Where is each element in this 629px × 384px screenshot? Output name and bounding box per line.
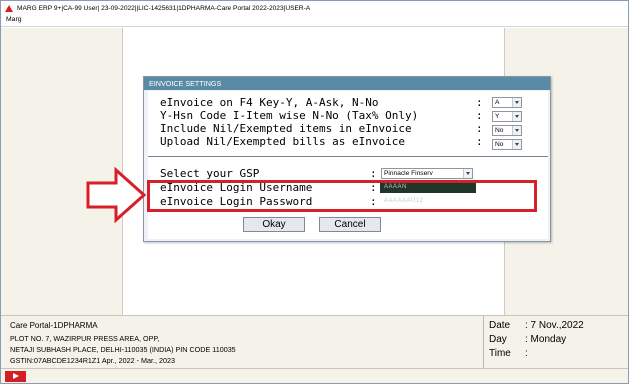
dialog-title: EINVOICE SETTINGS — [144, 77, 550, 90]
menu-bar: Marg — [1, 15, 628, 27]
login-highlight-box — [147, 180, 537, 212]
address-line-1: PLOT NO. 7, WAZIRPUR PRESS AREA, OPP, — [10, 334, 160, 343]
okay-button[interactable]: Okay — [243, 217, 305, 232]
chevron-down-icon — [512, 140, 521, 149]
time-value: : — [525, 348, 528, 359]
time-label: Time — [489, 348, 511, 359]
setting-select-include-nil[interactable]: No — [492, 125, 522, 136]
cancel-button[interactable]: Cancel — [319, 217, 381, 232]
day-value: : Monday — [525, 334, 567, 345]
setting-label-include-nil: Include Nil/Exempted items in eInvoice — [160, 122, 412, 135]
day-label: Day — [489, 334, 507, 345]
footer-divider — [483, 316, 484, 369]
date-label: Date — [489, 320, 511, 331]
day-row: Day : Monday — [489, 334, 566, 345]
address-line-2: NETAJI SUBHASH PLACE, DELHI-110035 (INDI… — [10, 345, 236, 354]
setting-select-hsn-code[interactable]: Y — [492, 111, 522, 122]
company-name: Care Portal-1DPHARMA — [10, 321, 98, 330]
time-row: Time: — [489, 348, 528, 359]
title-bar: MARG ERP 9+|CA-99 User| 23-09-2022||LIC-… — [1, 1, 628, 15]
section-divider — [148, 156, 548, 157]
setting-select-f4-key[interactable]: A — [492, 97, 522, 108]
menu-item-marg[interactable]: Marg — [6, 16, 22, 23]
status-action-icon[interactable] — [5, 371, 26, 382]
setting-select-upload-nil[interactable]: No — [492, 139, 522, 150]
gsp-select[interactable]: Pinnacle Finserv — [381, 168, 473, 179]
setting-label-upload-nil: Upload Nil/Exempted bills as eInvoice — [160, 135, 406, 148]
callout-arrow-icon — [86, 167, 147, 223]
status-bar — [1, 368, 628, 383]
chevron-down-icon — [463, 169, 472, 178]
chevron-down-icon — [512, 112, 521, 121]
einvoice-settings-dialog: EINVOICE SETTINGS eInvoice on F4 Key-Y, … — [143, 76, 551, 242]
chevron-down-icon — [512, 126, 521, 135]
company-footer: Care Portal-1DPHARMA PLOT NO. 7, WAZIRPU… — [1, 315, 628, 369]
setting-label-f4-key: eInvoice on F4 Key-Y, A-Ask, N-No — [160, 96, 379, 109]
setting-label-hsn-code: Y-Hsn Code I-Item wise N-No (Tax% Only) — [160, 109, 419, 122]
gsp-label: Select your GSP — [160, 167, 260, 180]
date-value: : 7 Nov.,2022 — [525, 320, 584, 331]
dialog-content: eInvoice on F4 Key-Y, A-Ask, N-No : A Y-… — [148, 91, 548, 239]
chevron-down-icon — [512, 98, 521, 107]
marg-logo-icon — [5, 4, 14, 13]
gstin-line: GSTIN:07ABCDE1234R1Z1 Apr., 2022 - Mar.,… — [10, 356, 175, 365]
window-title: MARG ERP 9+|CA-99 User| 23-09-2022||LIC-… — [17, 4, 311, 12]
date-row: Date : 7 Nov.,2022 — [489, 320, 584, 331]
